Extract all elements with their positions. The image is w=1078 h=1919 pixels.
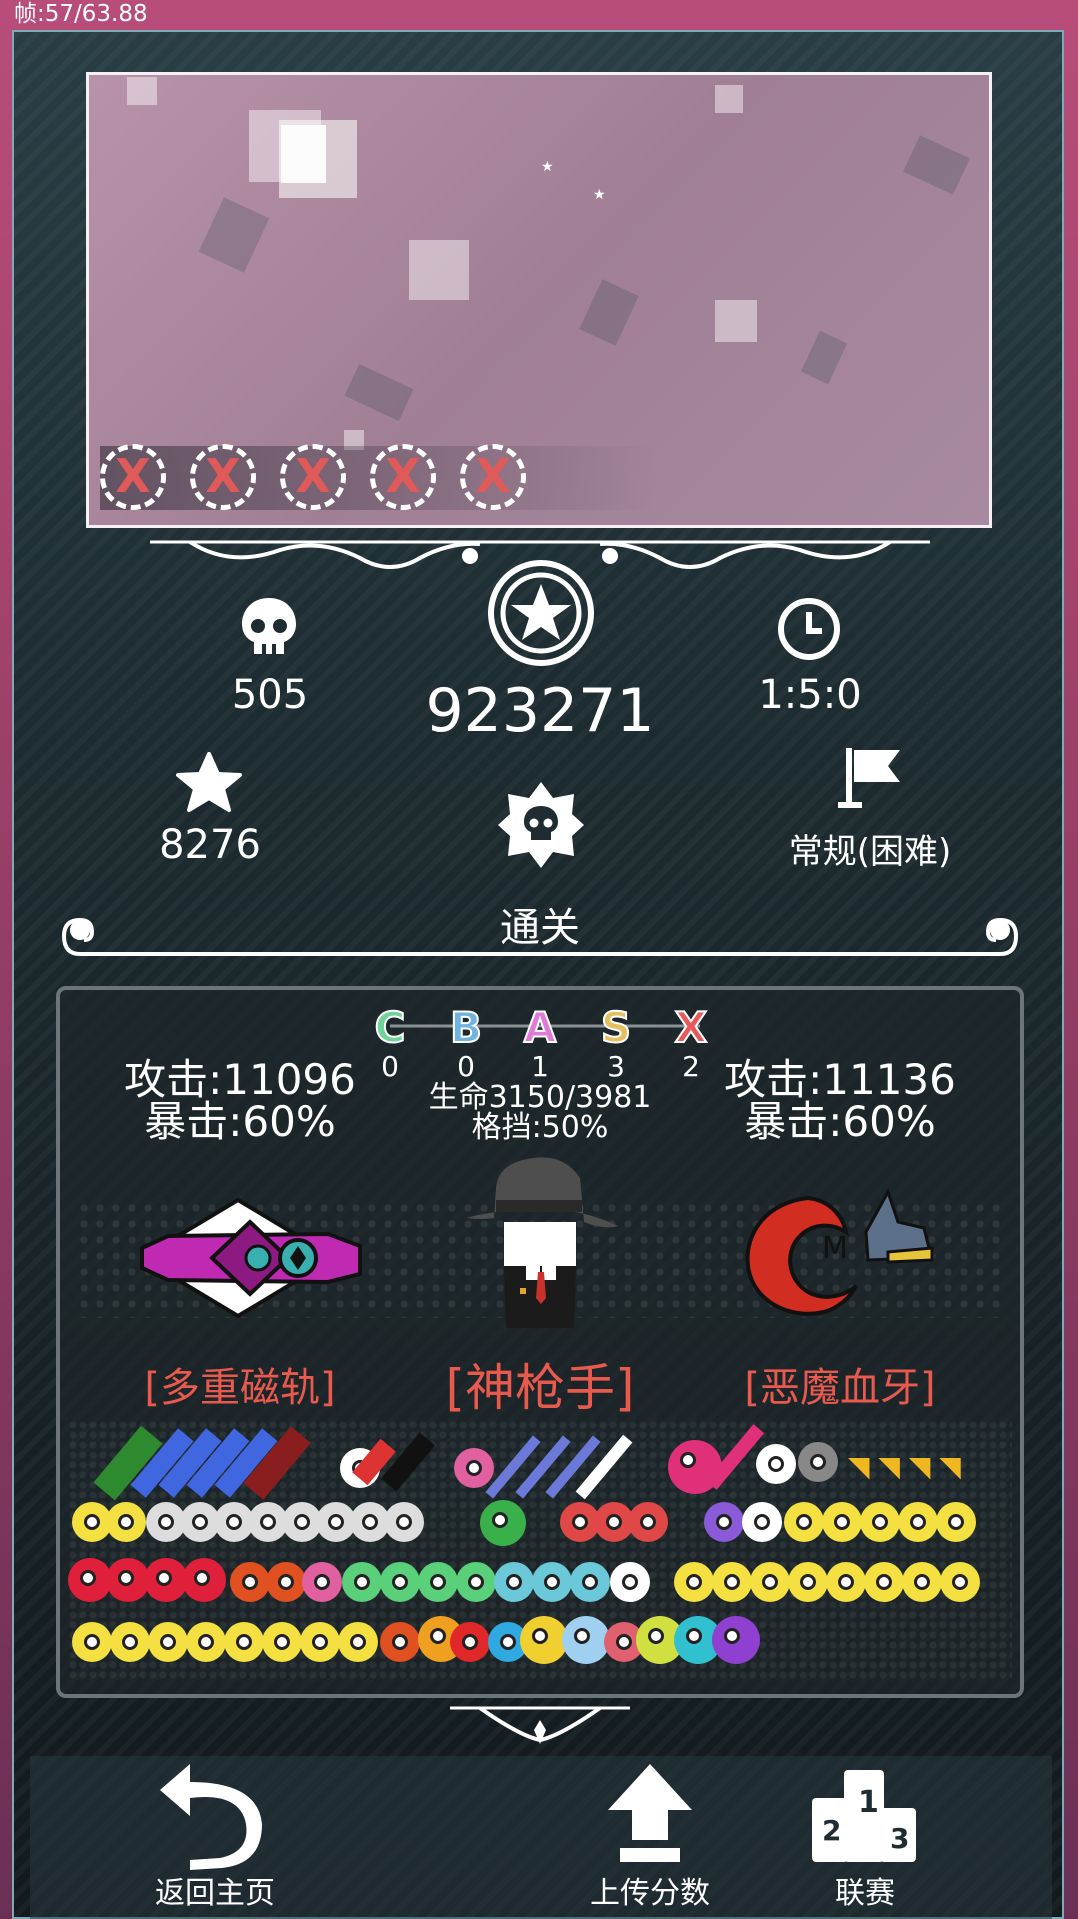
right-weapon-crit: 暴击:60%: [744, 1097, 936, 1146]
right-weapon-attack: 攻击:11136: [724, 1055, 956, 1104]
grade-count-a: 1: [531, 1050, 549, 1083]
grade-letter-b: B: [449, 1002, 483, 1053]
gunman-character-icon[interactable]: [464, 1148, 620, 1328]
svg-text:3: 3: [890, 1822, 909, 1855]
character-hp: 生命3150/3981: [428, 1080, 652, 1115]
character-name: [神枪手]: [445, 1359, 635, 1417]
score-star-icon: [488, 560, 594, 666]
grade-count-c: 0: [381, 1050, 399, 1083]
flag-icon: [838, 748, 900, 808]
return-home-label: 返回主页: [155, 1876, 275, 1911]
stars-value: 8276: [159, 822, 261, 868]
life-lost-marker: X: [460, 444, 526, 510]
grade-count-b: 0: [457, 1050, 475, 1083]
upload-arrow-icon: [608, 1764, 692, 1862]
grade-letter-x: X: [674, 1002, 708, 1053]
items-collection-icons: ◥ ◥ ◥ ◥: [68, 1420, 1012, 1682]
undo-arrow-icon: [160, 1764, 262, 1870]
svg-text:2: 2: [822, 1814, 841, 1847]
left-weapon-crit: 暴击:60%: [144, 1097, 336, 1146]
grade-letter-a: A: [523, 1002, 558, 1053]
demon-fang-weapon-icon[interactable]: M: [738, 1188, 938, 1320]
scroll-divider: [62, 917, 1018, 956]
upload-score-label: 上传分数: [590, 1876, 710, 1911]
score-value: 923271: [425, 676, 655, 746]
time-value: 1:5:0: [758, 672, 862, 718]
fps-counter: 帧:57/63.88: [14, 1, 148, 27]
mode-value: 常规(困难): [788, 832, 952, 872]
grade-letter-c: C: [374, 1002, 407, 1053]
skull-icon: [242, 598, 296, 654]
left-weapon-name: [多重磁轨]: [144, 1365, 336, 1411]
league-button[interactable]: 1 2 3 联赛: [800, 1760, 930, 1911]
railgun-weapon-icon[interactable]: [138, 1196, 368, 1320]
clock-icon: [778, 598, 840, 660]
character-block: 格挡:50%: [471, 1110, 609, 1145]
clear-skull-badge-icon: [498, 782, 584, 868]
left-weapon-attack: 攻击:11096: [124, 1055, 356, 1104]
kills-value: 505: [231, 672, 309, 718]
svg-text:M: M: [822, 1231, 848, 1266]
life-lost-marker: X: [190, 444, 256, 510]
grade-count-x: 2: [682, 1050, 700, 1083]
right-weapon-name: [恶魔血牙]: [744, 1365, 936, 1411]
return-home-button[interactable]: 返回主页: [150, 1760, 280, 1911]
grade-letter-s: S: [600, 1002, 632, 1053]
svg-text:1: 1: [858, 1785, 879, 1820]
grade-count-s: 3: [607, 1050, 625, 1083]
podium-icon: 1 2 3: [812, 1770, 916, 1862]
upload-score-button[interactable]: 上传分数: [580, 1760, 720, 1911]
life-lost-marker: X: [370, 444, 436, 510]
star-icon: [176, 752, 242, 812]
bottom-ornament: [450, 1706, 630, 1744]
life-lost-marker: X: [280, 444, 346, 510]
life-lost-marker: X: [100, 444, 166, 510]
league-label: 联赛: [835, 1876, 895, 1911]
